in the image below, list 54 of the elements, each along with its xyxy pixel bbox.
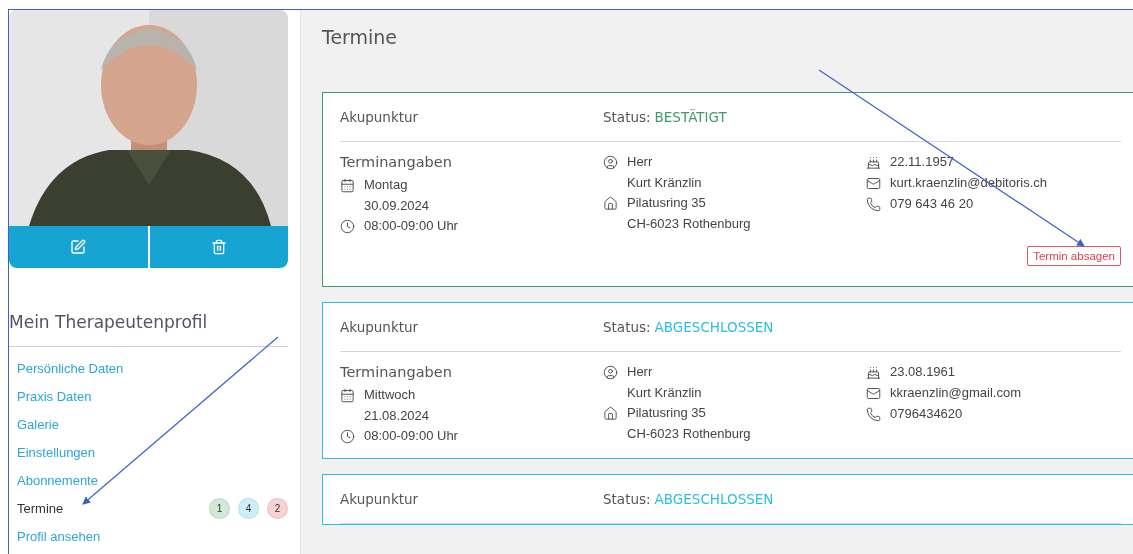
status-text: Status: ABGESCHLOSSEN xyxy=(603,319,774,335)
mail-icon xyxy=(866,386,881,401)
phone: 0796434620 xyxy=(890,406,963,421)
client-name: Kurt Kränzlin xyxy=(627,385,702,400)
street: Pilatusring 35 xyxy=(627,405,707,420)
weekday: Mittwoch xyxy=(364,387,417,402)
trash-icon xyxy=(210,239,227,255)
birthdate: 22.11.1957 xyxy=(890,154,955,169)
time: 08:00-09:00 Uhr xyxy=(364,218,458,233)
mail-icon xyxy=(866,176,881,191)
city: CH-6023 Rothenburg xyxy=(627,216,751,231)
service-name: Akupunktur xyxy=(340,319,420,335)
cancel-button[interactable]: Termin absagen xyxy=(1027,246,1121,266)
salutation: Herr xyxy=(627,154,654,169)
user-icon xyxy=(603,155,618,170)
clock-icon xyxy=(340,429,355,444)
clock-icon xyxy=(340,219,355,234)
phone: 079 643 46 20 xyxy=(890,196,974,211)
phone-icon xyxy=(866,197,881,212)
weekday: Montag xyxy=(364,177,409,192)
page-title: Termine xyxy=(322,26,399,48)
date: 30.09.2024 xyxy=(364,198,430,213)
date: 21.08.2024 xyxy=(364,408,430,423)
salutation: Herr xyxy=(627,364,654,379)
sidebar-link[interactable]: Einstellungen xyxy=(17,445,96,460)
client-name: Kurt Kränzlin xyxy=(627,175,702,190)
count-badge: 4 xyxy=(238,498,259,519)
service-name: Akupunktur xyxy=(340,491,420,507)
calendar-icon xyxy=(340,178,355,193)
email: kkraenzlin@gmail.com xyxy=(890,385,1021,400)
service-name: Akupunktur xyxy=(340,109,420,125)
street: Pilatusring 35 xyxy=(627,195,707,210)
status-text: Status: BESTÄTIGT xyxy=(603,109,727,125)
status-text: Status: ABGESCHLOSSEN xyxy=(603,491,774,507)
sidebar-heading: Mein Therapeutenprofil xyxy=(9,312,288,347)
sidebar-link[interactable]: Galerie xyxy=(17,417,59,432)
house-icon xyxy=(603,406,618,421)
user-icon xyxy=(603,365,618,380)
city: CH-6023 Rothenburg xyxy=(627,426,751,441)
sidebar-link[interactable]: Termine xyxy=(17,501,64,516)
count-badge: 1 xyxy=(209,498,230,519)
birthdate: 23.08.1961 xyxy=(890,364,956,379)
sidebar-link[interactable]: Praxis Daten xyxy=(17,389,92,404)
phone-icon xyxy=(866,407,881,422)
sidebar-link[interactable]: Profil ansehen xyxy=(17,529,101,544)
sidebar-link[interactable]: Abonnemente xyxy=(17,473,98,488)
section-title: Terminangaben xyxy=(340,154,453,170)
calendar-icon xyxy=(340,388,355,403)
time: 08:00-09:00 Uhr xyxy=(364,428,458,443)
edit-icon xyxy=(70,239,87,255)
count-badge: 2 xyxy=(267,498,288,519)
sidebar-link[interactable]: Persönliche Daten xyxy=(17,361,124,376)
section-title: Terminangaben xyxy=(340,364,453,380)
house-icon xyxy=(603,196,618,211)
